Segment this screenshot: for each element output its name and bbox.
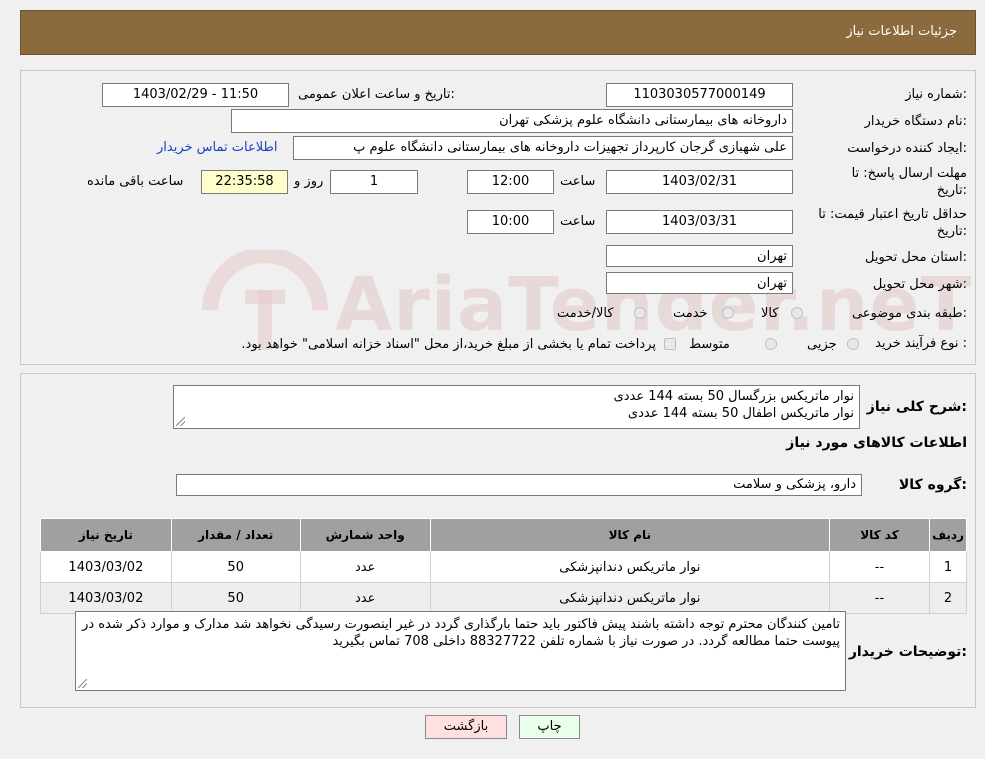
- process-option-medium: متوسط: [689, 337, 730, 352]
- cell-quantity: 50: [170, 551, 301, 583]
- deadline-label-line2: تاریخ:: [936, 183, 967, 198]
- deadline-time-field: 12:00: [467, 170, 554, 194]
- cell-item-code: --: [828, 551, 931, 583]
- treasury-checkbox[interactable]: [664, 338, 676, 350]
- deadline-date-field: 1403/02/31: [606, 170, 793, 194]
- buyer-notes-label: توضیحات خریدار:: [848, 644, 967, 660]
- process-note: پرداخت تمام یا بخشی از مبلغ خرید،از محل …: [241, 337, 656, 352]
- description-textarea[interactable]: نوار ماتریکس بزرگسال 50 بسته 144 عددی نو…: [173, 385, 860, 429]
- goods-section-title: اطلاعات کالاهای مورد نیاز: [786, 435, 967, 451]
- city-label: شهر محل تحویل:: [872, 277, 967, 292]
- column-header-item-name: نام کالا: [429, 518, 830, 552]
- buyer-org-field: داروخانه های بیمارستانی دانشگاه علوم پزش…: [231, 109, 793, 133]
- category-radio-goods[interactable]: [791, 307, 803, 319]
- process-label: نوع فرآیند خرید :: [875, 336, 967, 351]
- price-validity-label-line1: حداقل تاریخ اعتبار قیمت: تا: [818, 207, 967, 222]
- creator-field: علی شهبازی گرجان کارپرداز تجهیزات داروخا…: [293, 136, 793, 160]
- province-label: استان محل تحویل:: [865, 250, 967, 265]
- cell-row-number: 2: [929, 582, 967, 614]
- table-header-row: ردیف کد کالا نام کالا واحد شمارش تعداد /…: [40, 518, 967, 552]
- description-line-2: نوار ماتریکس اطفال 50 بسته 144 عددی: [627, 406, 854, 421]
- buyer-notes-textarea[interactable]: تامین کنندگان محترم توجه داشته باشند پیش…: [75, 611, 846, 691]
- cell-item-code: --: [828, 582, 931, 614]
- category-option-service: خدمت: [673, 306, 708, 321]
- description-line-1: نوار ماتریکس بزرگسال 50 بسته 144 عددی: [613, 389, 854, 404]
- deadline-time-label: ساعت: [560, 174, 596, 189]
- remaining-label: ساعت باقی مانده: [87, 174, 184, 189]
- print-button[interactable]: چاپ: [519, 715, 580, 739]
- process-radio-medium[interactable]: [765, 338, 777, 350]
- cell-quantity: 50: [170, 582, 301, 614]
- remaining-time-field: 22:35:58: [201, 170, 288, 194]
- category-option-goods: کالا: [761, 306, 779, 321]
- resize-grip-icon[interactable]: [176, 417, 185, 426]
- cell-unit: عدد: [299, 551, 431, 583]
- price-validity-label-line2: تاریخ:: [936, 224, 967, 239]
- page-title: جزئیات اطلاعات نیاز: [846, 24, 957, 39]
- category-label: طبقه بندی موضوعی:: [851, 306, 967, 321]
- goods-group-label: گروه کالا:: [898, 477, 967, 493]
- cell-unit: عدد: [299, 582, 431, 614]
- price-validity-date-field: 1403/03/31: [606, 210, 793, 234]
- goods-table: ردیف کد کالا نام کالا واحد شمارش تعداد /…: [40, 518, 967, 614]
- column-header-quantity: تعداد / مقدار: [170, 518, 301, 552]
- category-radio-service[interactable]: [722, 307, 734, 319]
- days-field: 1: [330, 170, 418, 194]
- deadline-label: مهلت ارسال پاسخ: تا تاریخ:: [852, 165, 967, 199]
- province-field: تهران: [606, 245, 793, 267]
- goods-table-wrapper: ردیف کد کالا نام کالا واحد شمارش تعداد /…: [40, 518, 967, 614]
- category-option-goods-service: کالا/خدمت: [557, 306, 614, 321]
- description-label: شرح کلی نیاز:: [866, 399, 967, 415]
- need-number-label: شماره نیاز:: [905, 87, 967, 102]
- column-header-unit: واحد شمارش: [299, 518, 431, 552]
- price-validity-time-field: 10:00: [467, 210, 554, 234]
- need-number-field: 1103030577000149: [606, 83, 793, 107]
- column-header-row-number: ردیف: [929, 518, 967, 552]
- creator-label: ایجاد کننده درخواست:: [847, 141, 967, 156]
- buyer-org-label: نام دستگاه خریدار:: [864, 114, 967, 129]
- table-row: 1 -- نوار ماتریکس دندانپزشکی عدد 50 1403…: [40, 551, 967, 583]
- page-header: جزئیات اطلاعات نیاز: [20, 10, 976, 55]
- announce-label: تاریخ و ساعت اعلان عمومی:: [298, 87, 455, 102]
- price-validity-time-label: ساعت: [560, 214, 596, 229]
- process-option-minor: جزیی: [807, 337, 837, 352]
- announce-field: 1403/02/29 - 11:50: [102, 83, 289, 107]
- category-radio-goods-service[interactable]: [634, 307, 646, 319]
- cell-need-date: 1403/03/02: [40, 551, 172, 583]
- city-field: تهران: [606, 272, 793, 294]
- days-label: روز و: [294, 174, 324, 189]
- process-radio-minor[interactable]: [847, 338, 859, 350]
- buyer-contact-link[interactable]: اطلاعات تماس خریدار: [157, 140, 277, 155]
- cell-row-number: 1: [929, 551, 967, 583]
- goods-group-field: دارو، پزشکی و سلامت: [176, 474, 862, 496]
- back-button[interactable]: بازگشت: [425, 715, 507, 739]
- cell-item-name: نوار ماتریکس دندانپزشکی: [429, 551, 830, 583]
- buyer-notes-text: تامین کنندگان محترم توجه داشته باشند پیش…: [82, 617, 840, 649]
- column-header-need-date: تاریخ نیاز: [40, 518, 172, 552]
- cell-need-date: 1403/03/02: [40, 582, 172, 614]
- table-row: 2 -- نوار ماتریکس دندانپزشکی عدد 50 1403…: [40, 582, 967, 614]
- resize-grip-icon[interactable]: [78, 679, 87, 688]
- column-header-item-code: کد کالا: [828, 518, 931, 552]
- price-validity-label: حداقل تاریخ اعتبار قیمت: تا تاریخ:: [818, 206, 967, 240]
- deadline-label-line1: مهلت ارسال پاسخ: تا: [851, 166, 967, 181]
- cell-item-name: نوار ماتریکس دندانپزشکی: [429, 582, 830, 614]
